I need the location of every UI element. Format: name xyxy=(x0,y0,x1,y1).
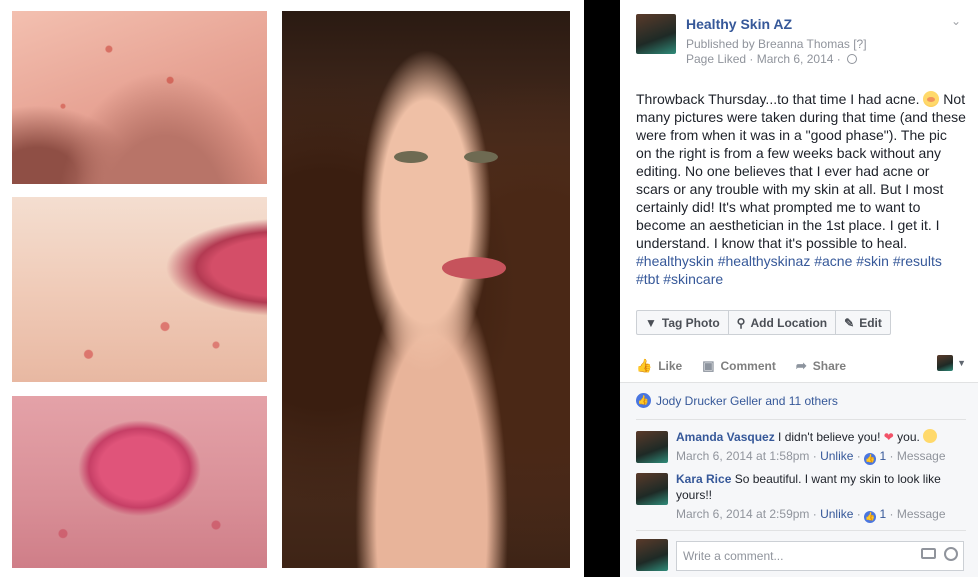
camera-icon[interactable] xyxy=(921,548,936,559)
unlike-link[interactable]: Unlike xyxy=(820,507,853,521)
add-location-button[interactable]: ⚲ Add Location xyxy=(729,311,837,334)
comment-like-count[interactable]: 1 xyxy=(879,449,886,463)
likes-summary-text[interactable]: Jody Drucker Geller and 11 others xyxy=(656,394,838,408)
post-as-avatar xyxy=(937,355,954,371)
commenter-avatar[interactable] xyxy=(636,473,668,505)
post-timestamp-row: Page Liked · March 6, 2014 · xyxy=(686,52,858,66)
acne-jaw-photo xyxy=(12,197,267,382)
composer-avatar xyxy=(636,539,668,571)
comment-like-badge-icon: 👍 xyxy=(864,511,877,523)
divider xyxy=(636,419,966,420)
comment-time[interactable]: March 6, 2014 at 1:58pm xyxy=(676,449,809,463)
comment-text: I didn't believe you! xyxy=(778,430,881,444)
like-badge-icon: 👍 xyxy=(636,393,651,408)
photo-actions: ▼ Tag Photo ⚲ Add Location ✎ Edit xyxy=(636,310,891,335)
share-label: Share xyxy=(812,359,847,373)
acne-chin-photo xyxy=(12,396,267,568)
post-panel: Healthy Skin AZ Published by Breanna Tho… xyxy=(620,0,978,577)
unlike-link[interactable]: Unlike xyxy=(820,449,853,463)
comments-area: 👍 Jody Drucker Geller and 11 others Aman… xyxy=(620,382,978,577)
location-pin-icon: ⚲ xyxy=(736,315,746,330)
acne-cheek-photo xyxy=(12,11,267,184)
add-location-label: Add Location xyxy=(750,315,828,330)
portrait-eye-right xyxy=(464,151,498,163)
hashtags[interactable]: #healthyskin #healthyskinaz #acne #skin … xyxy=(636,253,942,287)
comment-bubble-icon: ▣ xyxy=(702,358,715,373)
portrait-lips xyxy=(442,257,506,279)
share-arrow-icon: ➦ xyxy=(795,358,807,373)
comment-like-badge-icon: 👍 xyxy=(864,453,877,465)
globe-icon xyxy=(847,54,858,64)
message-link[interactable]: Message xyxy=(897,507,946,521)
comment-meta: March 6, 2014 at 1:58pm · Unlike · 👍 1 ·… xyxy=(676,449,946,465)
comment-button[interactable]: ▣ Comment xyxy=(702,358,776,374)
comment-meta: March 6, 2014 at 2:59pm · Unlike · 👍 1 ·… xyxy=(676,507,946,523)
comment-composer xyxy=(636,539,966,573)
like-label: Like xyxy=(658,359,683,373)
action-bar: 👍 Like ▣ Comment ➦ Share ▼ xyxy=(636,355,966,377)
comment-text-after: you. xyxy=(897,430,920,444)
post-text: Throwback Thursday...to that time I had … xyxy=(636,91,920,107)
like-button[interactable]: 👍 Like xyxy=(636,358,682,374)
comment-time[interactable]: March 6, 2014 at 2:59pm xyxy=(676,507,809,521)
flushed-face-emoji-icon xyxy=(923,91,940,107)
tag-photo-button[interactable]: ▼ Tag Photo xyxy=(637,311,729,334)
comment-label: Comment xyxy=(720,359,776,373)
emoji-picker-icon[interactable] xyxy=(944,547,958,561)
portrait-photo xyxy=(282,11,570,568)
heart-icon: ❤ xyxy=(883,430,894,444)
portrait-eye-left xyxy=(394,151,428,163)
post-text-rest: Not many pictures were taken during that… xyxy=(636,91,966,251)
tag-icon: ▼ xyxy=(645,315,657,330)
wink-emoji-icon xyxy=(923,429,938,443)
share-button[interactable]: ➦ Share xyxy=(796,358,846,374)
comment-like-count[interactable]: 1 xyxy=(879,507,886,521)
comment-author[interactable]: Amanda Vasquez xyxy=(676,430,775,444)
thumbs-up-icon: 👍 xyxy=(636,358,653,373)
caret-down-icon: ▼ xyxy=(957,358,966,368)
edit-label: Edit xyxy=(859,315,882,330)
edit-button[interactable]: ✎ Edit xyxy=(836,311,890,334)
published-by: Published by Breanna Thomas [?] xyxy=(686,37,867,51)
photo-collage[interactable] xyxy=(0,0,584,577)
comment-author[interactable]: Kara Rice xyxy=(676,472,731,486)
likes-summary[interactable]: 👍 Jody Drucker Geller and 11 others xyxy=(636,393,966,408)
page-liked-text: Page Liked · March 6, 2014 · xyxy=(686,52,841,66)
post-as-selector[interactable]: ▼ xyxy=(937,355,966,371)
page-avatar[interactable] xyxy=(636,14,676,54)
pencil-icon: ✎ xyxy=(844,315,855,330)
post-body: Throwback Thursday...to that time I had … xyxy=(636,90,966,288)
page-name-link[interactable]: Healthy Skin AZ xyxy=(686,16,792,32)
photo-stage xyxy=(0,0,584,577)
comment-body: Kara Rice So beautiful. I want my skin t… xyxy=(676,471,966,523)
tag-photo-label: Tag Photo xyxy=(661,315,720,330)
commenter-avatar[interactable] xyxy=(636,431,668,463)
post-header: Healthy Skin AZ Published by Breanna Tho… xyxy=(636,14,966,70)
comment-body: Amanda Vasquez I didn't believe you! ❤ y… xyxy=(676,429,966,465)
chevron-down-icon[interactable]: ⌄ xyxy=(948,14,964,30)
message-link[interactable]: Message xyxy=(897,449,946,463)
divider xyxy=(636,530,966,531)
